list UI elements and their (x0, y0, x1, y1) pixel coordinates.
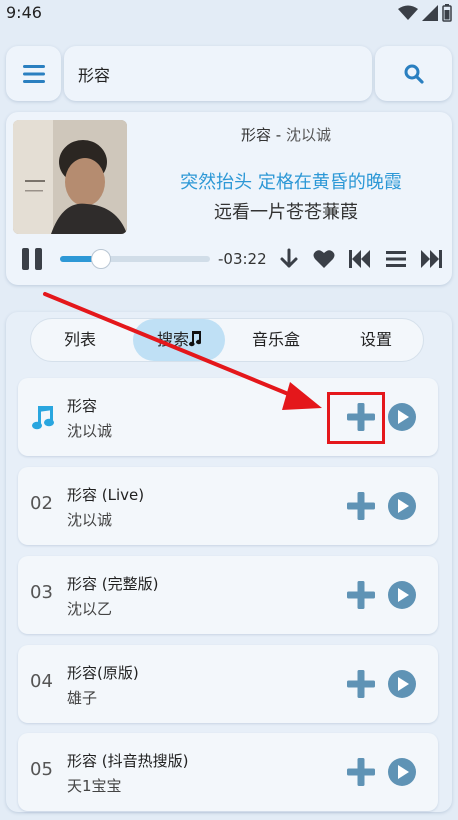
status-time: 9:46 (6, 3, 42, 22)
player-controls: -03:22 (6, 242, 452, 274)
result-artist: 雄子 (67, 689, 98, 707)
pause-icon-bar (22, 248, 29, 270)
tab-search-label: 搜索 (156, 330, 189, 349)
add-to-playlist-button[interactable] (346, 491, 376, 521)
download-button[interactable] (276, 246, 302, 272)
result-index: 03 (30, 582, 53, 603)
result-title: 形容(原版) (67, 664, 139, 682)
result-title: 形容 (完整版) (67, 575, 159, 593)
cellular-icon (422, 5, 438, 21)
song-title-line: 形容 - 沈以诚 (136, 124, 436, 145)
pause-icon-bar (35, 248, 42, 270)
previous-button[interactable] (347, 246, 373, 272)
battery-icon (442, 4, 452, 22)
now-playing-card: 形容 - 沈以诚 突然抬头 定格在黄昏的晚霞 远看一片苍苍蒹葭 -03:22 (6, 112, 452, 285)
result-artist: 沈以乙 (67, 600, 113, 618)
next-button[interactable] (418, 246, 444, 272)
result-artist: 天1宝宝 (67, 777, 122, 795)
heart-icon (313, 250, 335, 268)
search-input[interactable]: 形容 (64, 46, 372, 101)
result-index: 02 (30, 493, 53, 514)
progress-slider[interactable] (60, 249, 210, 269)
hamburger-menu-icon (22, 64, 45, 83)
song-title: 形容 (241, 126, 272, 144)
result-title: 形容 (Live) (67, 486, 145, 504)
progress-knob[interactable] (90, 249, 111, 269)
tab-music-box[interactable]: 音乐盒 (231, 319, 321, 361)
annotation-highlight-box (327, 392, 385, 444)
song-artist: 沈以诚 (285, 126, 331, 144)
play-button[interactable] (388, 670, 416, 698)
result-title: 形容 (67, 397, 98, 415)
play-button[interactable] (388, 403, 416, 431)
tab-music-box-label: 音乐盒 (251, 330, 300, 349)
pause-button[interactable] (20, 248, 44, 270)
play-button[interactable] (388, 758, 416, 786)
result-index: 04 (30, 671, 53, 692)
result-title: 形容 (抖音热搜版) (67, 752, 189, 770)
result-index: 05 (30, 759, 53, 780)
download-arrow-icon (280, 248, 298, 268)
title-separator: - (271, 126, 286, 144)
time-remaining: -03:22 (218, 250, 267, 268)
tab-search[interactable]: 搜索 (133, 319, 225, 361)
album-cover[interactable] (13, 120, 127, 234)
favorite-button[interactable] (311, 246, 337, 272)
search-result-row[interactable]: 05 形容 (抖音热搜版) 天1宝宝 (18, 733, 438, 811)
album-cover-art (13, 120, 127, 234)
list-icon (386, 251, 406, 267)
tab-list[interactable]: 列表 (35, 319, 125, 361)
add-to-playlist-button[interactable] (346, 669, 376, 699)
add-to-playlist-button[interactable] (346, 757, 376, 787)
skip-next-icon (421, 250, 442, 268)
wifi-icon (398, 5, 418, 20)
tab-settings[interactable]: 设置 (331, 319, 421, 361)
play-button[interactable] (388, 492, 416, 520)
playlist-button[interactable] (383, 246, 409, 272)
skip-previous-icon (349, 250, 370, 268)
lyric-next: 远看一片苍苍蒹葭 (214, 202, 358, 223)
add-to-playlist-button[interactable] (346, 580, 376, 610)
status-bar: 9:46 (0, 0, 458, 28)
search-result-row[interactable]: 03 形容 (完整版) 沈以乙 (18, 556, 438, 634)
search-button[interactable] (375, 46, 452, 101)
result-artist: 沈以诚 (67, 422, 113, 440)
search-icon (404, 64, 424, 84)
lyric-current: 突然抬头 定格在黄昏的晚霞 (180, 172, 402, 193)
play-button[interactable] (388, 581, 416, 609)
search-result-row[interactable]: 02 形容 (Live) 沈以诚 (18, 467, 438, 545)
content-panel: 列表 搜索 音乐盒 设置 形容 沈以诚 02 形容 (Live) 沈以诚 03 … (6, 312, 452, 812)
tab-settings-label: 设置 (359, 330, 392, 349)
tab-list-label: 列表 (63, 330, 96, 349)
tab-bar: 列表 搜索 音乐盒 设置 (30, 318, 424, 362)
menu-button[interactable] (6, 46, 61, 101)
result-artist: 沈以诚 (67, 511, 113, 529)
music-note-icon (32, 406, 54, 430)
search-result-row[interactable]: 04 形容(原版) 雄子 (18, 645, 438, 723)
music-note-icon (189, 331, 202, 347)
